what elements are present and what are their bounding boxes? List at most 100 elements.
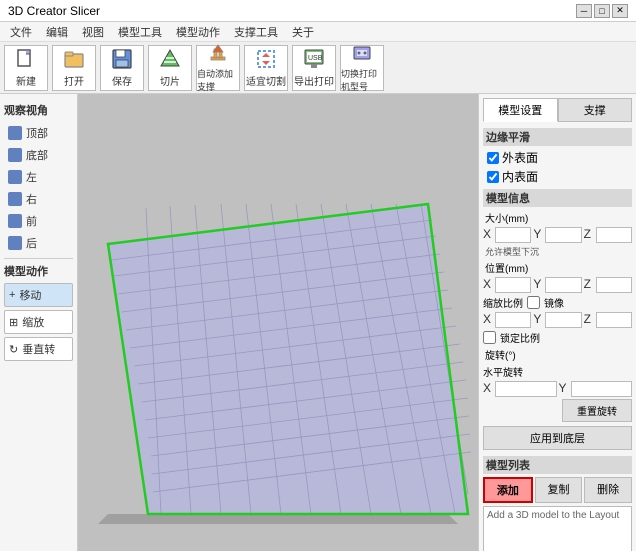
model-info-title: 模型信息 — [483, 189, 632, 207]
rotate-x-label: X — [483, 381, 493, 397]
viewport-svg — [78, 94, 478, 551]
view-bottom[interactable]: 底部 — [4, 144, 73, 166]
maximize-button[interactable]: □ — [594, 4, 610, 18]
view-right[interactable]: 右 — [4, 188, 73, 210]
mirror-checkbox[interactable] — [527, 296, 540, 309]
menu-bar: 文件 编辑 视图 模型工具 模型动作 支撑工具 关于 — [0, 22, 636, 42]
title-bar: 3D Creator Slicer ─ □ ✕ — [0, 0, 636, 22]
switch-printer-icon — [350, 43, 374, 65]
copy-model-button[interactable]: 复制 — [535, 477, 583, 503]
inner-surface-row: 内表面 — [483, 168, 632, 185]
move-icon: + — [9, 289, 15, 301]
apply-button[interactable]: 应用到底层 — [483, 426, 632, 450]
view-right-icon — [8, 192, 22, 206]
move-action-btn[interactable]: + 移动 — [4, 283, 73, 307]
size-y-label: Y — [533, 227, 543, 243]
menu-about[interactable]: 关于 — [286, 22, 320, 42]
model-list-title: 模型列表 — [483, 456, 632, 474]
tab-support[interactable]: 支撑 — [558, 98, 633, 122]
outer-surface-row: 外表面 — [483, 149, 632, 166]
smoothing-title: 边缘平滑 — [483, 128, 632, 146]
inner-surface-label: 内表面 — [502, 168, 538, 185]
size-label: 大小(mm) — [483, 210, 632, 225]
view-left-icon — [8, 170, 22, 184]
slice-button[interactable]: 切片 — [148, 45, 192, 91]
switch-printer-button[interactable]: 切换打印机型号 — [340, 45, 384, 91]
svg-text:USB: USB — [308, 55, 323, 62]
rotate-y-input[interactable] — [571, 381, 633, 397]
export-label: 导出打印 — [294, 73, 334, 88]
scale-z-input[interactable] — [596, 312, 632, 328]
minimize-button[interactable]: ─ — [576, 4, 592, 18]
menu-support-tools[interactable]: 支撑工具 — [228, 22, 284, 42]
scale-label: 缩放 — [22, 314, 44, 330]
scale-z-label: Z — [584, 312, 594, 328]
size-x-input[interactable] — [495, 227, 531, 243]
switch-printer-label: 切换打印机型号 — [341, 67, 383, 93]
view-bottom-icon — [8, 148, 22, 162]
fit-label: 适宜切割 — [246, 73, 286, 88]
model-list-buttons: 添加 复制 删除 — [483, 477, 632, 503]
view-top[interactable]: 顶部 — [4, 122, 73, 144]
scale-x-input[interactable] — [495, 312, 531, 328]
delete-model-button[interactable]: 删除 — [584, 477, 632, 503]
pos-z-input[interactable] — [596, 277, 632, 293]
view-front-label: 前 — [26, 213, 37, 229]
export-button[interactable]: USB 导出打印 — [292, 45, 336, 91]
new-button[interactable]: 新建 — [4, 45, 48, 91]
outer-surface-label: 外表面 — [502, 149, 538, 166]
rotate-xy-row: X Y — [483, 381, 632, 397]
slice-icon — [158, 47, 182, 71]
view-bottom-label: 底部 — [26, 147, 48, 163]
export-icon: USB — [302, 47, 326, 71]
view-back[interactable]: 后 — [4, 232, 73, 254]
h-rotate-label: 水平旋转 — [483, 364, 523, 379]
size-x-label: X — [483, 227, 493, 243]
menu-edit[interactable]: 编辑 — [40, 22, 74, 42]
save-label: 保存 — [112, 73, 132, 88]
tab-row: 模型设置 支撑 — [483, 98, 632, 122]
lock-scale-checkbox[interactable] — [483, 331, 496, 344]
rotate-icon: ↻ — [9, 343, 18, 356]
reset-rotate-button[interactable]: 重置旋转 — [562, 399, 632, 422]
mirror-label: 镜像 — [544, 295, 564, 310]
scale-xyz-row: X Y Z — [483, 312, 632, 328]
menu-view[interactable]: 视图 — [76, 22, 110, 42]
main-layout: 观察视角 顶部 底部 左 右 前 后 模型动作 — [0, 94, 636, 551]
right-panel: 模型设置 支撑 边缘平滑 外表面 内表面 模型信息 大小(mm) X Y Z 允… — [478, 94, 636, 551]
rotate-action-btn[interactable]: ↻ 垂直转 — [4, 337, 73, 361]
scale-y-label: Y — [533, 312, 543, 328]
view-left[interactable]: 左 — [4, 166, 73, 188]
tab-model-settings[interactable]: 模型设置 — [483, 98, 558, 122]
open-icon — [62, 47, 86, 71]
scale-action-btn[interactable]: ⊞ 缩放 — [4, 310, 73, 334]
inner-surface-checkbox[interactable] — [487, 171, 499, 183]
view-back-icon — [8, 236, 22, 250]
model-list-area: Add a 3D model to the Layout — [483, 506, 632, 551]
scale-y-input[interactable] — [545, 312, 581, 328]
menu-model-tools[interactable]: 模型工具 — [112, 22, 168, 42]
close-button[interactable]: ✕ — [612, 4, 628, 18]
pos-x-input[interactable] — [495, 277, 531, 293]
view-front[interactable]: 前 — [4, 210, 73, 232]
menu-file[interactable]: 文件 — [4, 22, 38, 42]
size-y-input[interactable] — [545, 227, 581, 243]
menu-model-action[interactable]: 模型动作 — [170, 22, 226, 42]
size-z-input[interactable] — [596, 227, 632, 243]
add-model-button[interactable]: 添加 — [483, 477, 533, 503]
pos-z-label: Z — [584, 277, 594, 293]
rotate-y-label: Y — [559, 381, 569, 397]
new-label: 新建 — [16, 73, 36, 88]
viewport[interactable] — [78, 94, 478, 551]
pos-xyz-row: X Y Z — [483, 277, 632, 293]
slice-label: 切片 — [160, 73, 180, 88]
new-icon — [14, 47, 38, 71]
save-button[interactable]: 保存 — [100, 45, 144, 91]
fit-button[interactable]: 适宜切割 — [244, 45, 288, 91]
rotate-x-input[interactable] — [495, 381, 557, 397]
view-top-icon — [8, 126, 22, 140]
open-button[interactable]: 打开 — [52, 45, 96, 91]
pos-y-input[interactable] — [545, 277, 581, 293]
outer-surface-checkbox[interactable] — [487, 152, 499, 164]
auto-support-button[interactable]: 自动添加支撑 — [196, 45, 240, 91]
